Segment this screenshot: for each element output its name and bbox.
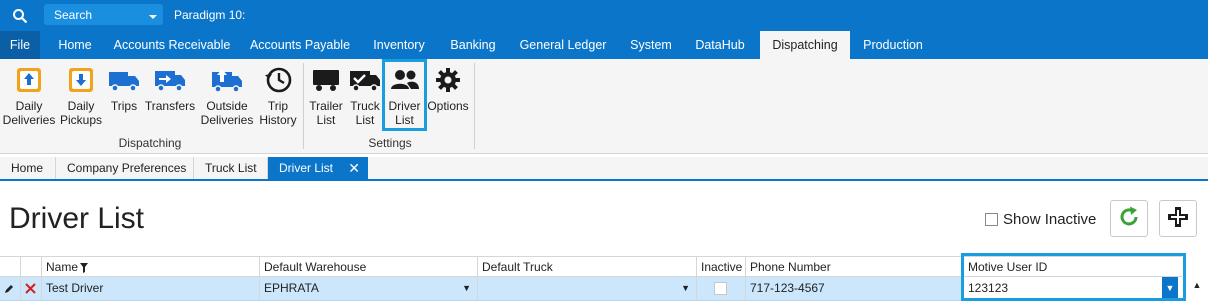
button-label-line2: Pickups (59, 113, 103, 127)
search-input[interactable]: Search (44, 4, 163, 25)
button-label-line1: Trip (267, 99, 289, 113)
trailer-icon (307, 65, 345, 95)
transfers-button[interactable]: Transfers (144, 65, 196, 113)
outside-deliveries-button[interactable]: Outside Deliveries (199, 65, 255, 127)
group-label-dispatching: Dispatching (118, 136, 182, 150)
history-clock-icon (257, 65, 299, 95)
gear-icon (426, 65, 470, 95)
page-title: Driver List (9, 202, 145, 235)
button-label-line2: List (355, 113, 375, 127)
document-tabs: Home Company Preferences Truck List Driv… (0, 157, 1208, 181)
add-driver-button[interactable] (1159, 200, 1197, 237)
show-inactive-label: Show Inactive (1003, 211, 1097, 228)
col-header-phone-number[interactable]: Phone Number (745, 257, 963, 277)
daily-deliveries-icon (2, 65, 56, 95)
ribbon-separator (474, 63, 475, 149)
button-label-line1: Driver (388, 99, 421, 113)
group-label-settings: Settings (368, 136, 412, 150)
cell-name[interactable]: Test Driver (41, 277, 259, 300)
doc-tab-company-preferences[interactable]: Company Preferences (56, 157, 194, 179)
menu-system[interactable]: System (622, 31, 680, 59)
button-label-line2: Deliveries (2, 113, 56, 127)
menu-inventory[interactable]: Inventory (364, 31, 434, 59)
menu-home[interactable]: Home (46, 31, 104, 59)
button-label: Trips (110, 99, 138, 113)
search-icon[interactable] (0, 0, 40, 31)
col-header-inactive[interactable]: Inactive (696, 257, 745, 277)
doc-tab-driver-list[interactable]: Driver List ✕ (268, 157, 368, 179)
button-label-line1: Truck (350, 99, 380, 113)
truck-icon (106, 65, 142, 95)
transfer-truck-icon (144, 65, 196, 95)
edit-row-icon[interactable] (0, 277, 20, 300)
menu-accounts-receivable[interactable]: Accounts Receivable (110, 31, 234, 59)
outside-deliveries-icon (199, 65, 255, 95)
daily-deliveries-button[interactable]: Daily Deliveries (2, 65, 56, 127)
button-label-line2: Deliveries (200, 113, 254, 127)
refresh-icon (1117, 205, 1141, 232)
cell-value: EPHRATA (264, 281, 319, 295)
button-label: Transfers (144, 99, 196, 113)
button-label-line1: Daily (15, 99, 43, 113)
dropdown-arrow-icon[interactable]: ▼ (462, 277, 471, 300)
people-icon (385, 65, 424, 95)
ribbon-separator (303, 63, 304, 149)
refresh-button[interactable] (1110, 200, 1148, 237)
search-placeholder: Search (54, 7, 93, 22)
ribbon: Daily Deliveries Daily Pickups Trips Tra… (0, 59, 1208, 154)
button-label-line2: List (395, 113, 414, 127)
button-label-line2: History (259, 113, 297, 127)
doc-tab-home[interactable]: Home (0, 157, 56, 179)
driver-list-button[interactable]: Driver List (382, 59, 427, 131)
show-inactive-toggle[interactable]: Show Inactive (985, 211, 1096, 228)
col-header-label: Name (46, 260, 79, 274)
col-header-default-warehouse[interactable]: Default Warehouse (259, 257, 477, 277)
main-menu: File Home Accounts Receivable Accounts P… (0, 31, 1208, 59)
daily-pickups-button[interactable]: Daily Pickups (58, 65, 104, 127)
doc-tab-label: Driver List (279, 161, 334, 175)
app-title: Paradigm 10: (174, 8, 246, 22)
options-button[interactable]: Options (426, 65, 470, 113)
inactive-checkbox[interactable] (714, 282, 727, 295)
filter-icon[interactable] (80, 259, 88, 279)
button-label-line1: Outside (206, 99, 248, 113)
trip-history-button[interactable]: Trip History (257, 65, 299, 127)
chevron-down-icon[interactable] (148, 10, 158, 24)
button-label: Options (427, 99, 469, 113)
title-bar: Search Paradigm 10: (0, 0, 1208, 31)
button-label-line1: Trailer (309, 99, 343, 113)
delete-row-icon[interactable] (20, 277, 41, 300)
menu-dispatching[interactable]: Dispatching (760, 31, 850, 59)
show-inactive-checkbox[interactable] (985, 213, 998, 226)
menu-production[interactable]: Production (856, 31, 930, 59)
truck-check-icon (347, 65, 383, 95)
col-header-default-truck[interactable]: Default Truck (477, 257, 696, 277)
menu-banking[interactable]: Banking (442, 31, 504, 59)
dropdown-arrow-icon[interactable]: ▼ (681, 277, 690, 300)
menu-accounts-payable[interactable]: Accounts Payable (244, 31, 356, 59)
cell-default-warehouse[interactable]: EPHRATA ▼ (259, 277, 477, 300)
menu-file[interactable]: File (0, 31, 40, 59)
trips-button[interactable]: Trips (106, 65, 142, 113)
scroll-up-arrow[interactable]: ▲ (1186, 278, 1208, 303)
trailer-list-button[interactable]: Trailer List (307, 65, 345, 127)
menu-datahub[interactable]: DataHub (689, 31, 751, 59)
header-delete-spacer (20, 257, 41, 277)
doc-tab-truck-list[interactable]: Truck List (194, 157, 268, 179)
cell-phone-number[interactable]: 717-123-4567 (745, 277, 963, 300)
button-label-line1: Daily (67, 99, 95, 113)
menu-general-ledger[interactable]: General Ledger (513, 31, 613, 59)
cell-default-truck[interactable]: ▼ (477, 277, 696, 300)
header-edit-spacer (0, 257, 20, 277)
truck-list-button[interactable]: Truck List (347, 65, 383, 127)
close-icon[interactable]: ✕ (348, 157, 360, 179)
button-label-line2: List (316, 113, 336, 127)
cell-inactive[interactable] (696, 277, 745, 300)
plus-icon (1166, 205, 1190, 232)
col-header-name[interactable]: Name (41, 257, 259, 277)
motive-user-id-highlight (961, 253, 1186, 301)
daily-pickups-icon (58, 65, 104, 95)
